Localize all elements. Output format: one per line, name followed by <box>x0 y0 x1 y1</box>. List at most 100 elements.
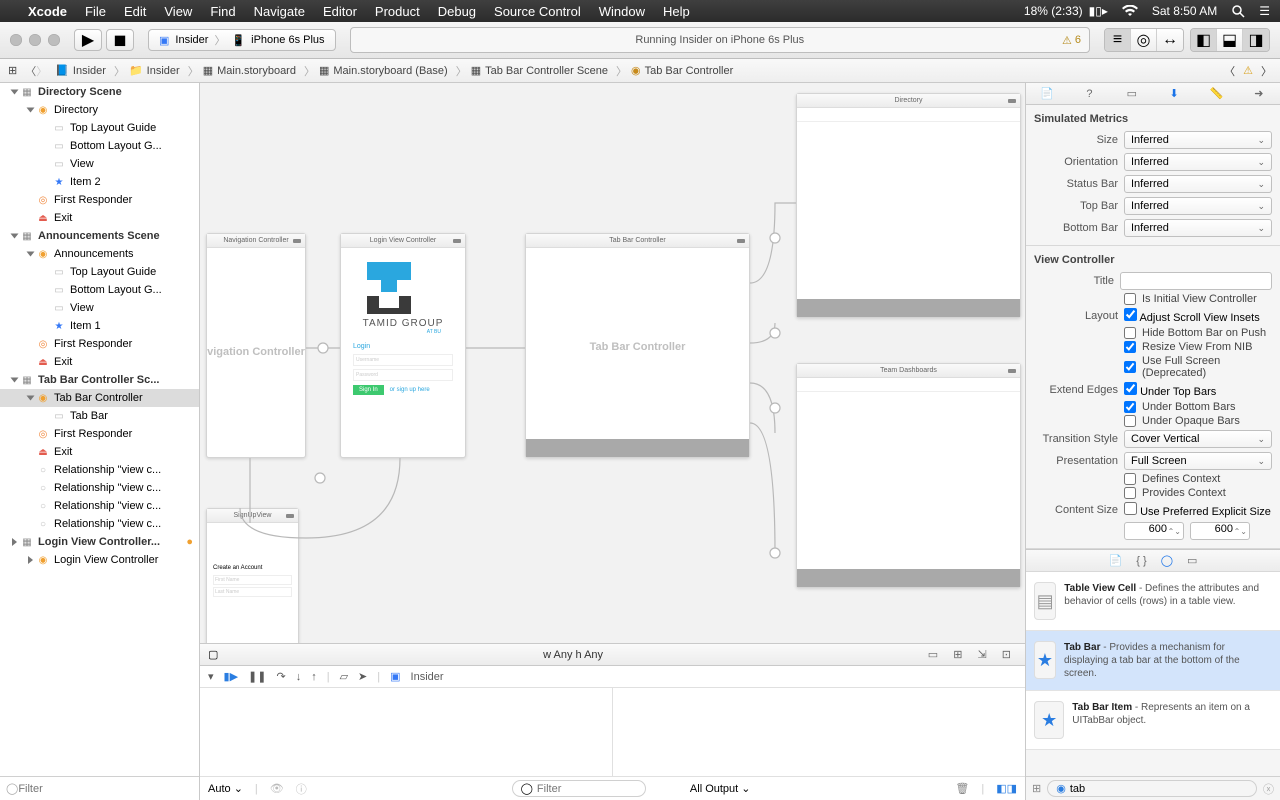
chk-use-fullscreen[interactable] <box>1124 361 1136 373</box>
window-controls[interactable] <box>10 34 60 46</box>
vc-directory[interactable]: Directory <box>796 93 1021 318</box>
toggle-inspector-icon[interactable]: ◨ <box>1243 29 1269 51</box>
constraint-tools[interactable]: ▭ ⊞ ⇲ ⊡ <box>928 648 1017 661</box>
variables-filter[interactable]: ◯ <box>512 780 646 797</box>
menu-sourcecontrol[interactable]: Source Control <box>494 4 581 19</box>
outline-node[interactable]: ★Item 1 <box>0 317 199 335</box>
outline-node[interactable]: ▦Tab Bar Controller Sc... <box>0 371 199 389</box>
pause-icon[interactable]: ❚❚ <box>248 670 266 683</box>
editor-mode-toggle[interactable]: ≡ ◎ ↔ <box>1104 28 1184 52</box>
print-icon[interactable]: ⓘ <box>296 781 307 797</box>
warnings-indicator[interactable]: ⚠ 6 <box>1062 34 1081 47</box>
app-menu[interactable]: Xcode <box>28 4 67 19</box>
run-button[interactable]: ▶ <box>74 29 102 51</box>
wifi-icon[interactable] <box>1122 5 1138 17</box>
chk-under-bottom[interactable] <box>1124 401 1136 413</box>
chk-resize-nib[interactable] <box>1124 341 1136 353</box>
console-panes-toggle[interactable]: ◧◨ <box>996 782 1017 795</box>
standard-editor-icon[interactable]: ≡ <box>1105 29 1131 51</box>
toggle-navigator-icon[interactable]: ◧ <box>1191 29 1217 51</box>
toggle-debug-icon[interactable]: ⬓ <box>1217 29 1243 51</box>
jump-bar[interactable]: ⊞ 〈 〉 📘 Insider〉 📁 Insider〉 ▦ Main.story… <box>0 59 1280 83</box>
ib-canvas[interactable]: Navigation Controller vigation Controlle… <box>200 83 1025 665</box>
step-over-icon[interactable]: ↷ <box>276 670 285 683</box>
menu-navigate[interactable]: Navigate <box>254 4 305 19</box>
library-list[interactable]: ▤Table View Cell - Defines the attribute… <box>1026 572 1280 776</box>
menu-file[interactable]: File <box>85 4 106 19</box>
crumb-scene[interactable]: ▦ Tab Bar Controller Scene <box>471 64 608 77</box>
crumb-base[interactable]: ▦ Main.storyboard (Base) <box>319 64 448 77</box>
size-inspector-icon[interactable]: 📏 <box>1207 87 1225 100</box>
menu-editor[interactable]: Editor <box>323 4 357 19</box>
outline-node[interactable]: ⏏Exit <box>0 209 199 227</box>
outline-node[interactable]: ⏏Exit <box>0 443 199 461</box>
menu-view[interactable]: View <box>164 4 192 19</box>
output-selector[interactable]: All Output ⌄ <box>690 782 751 795</box>
outline-node[interactable]: ○Relationship "view c... <box>0 497 199 515</box>
assistant-editor-icon[interactable]: ◎ <box>1131 29 1157 51</box>
vc-login[interactable]: Login View Controller TAMID GROUP AT BU <box>340 233 466 458</box>
menu-window[interactable]: Window <box>599 4 645 19</box>
outline-node[interactable]: ▭Top Layout Guide <box>0 263 199 281</box>
presentation-select[interactable]: Full Screen <box>1124 452 1272 470</box>
library-tabs[interactable]: 📄 { } ◯ ▭ <box>1026 550 1280 572</box>
step-in-icon[interactable]: ↓ <box>296 671 302 683</box>
library-item[interactable]: ▤Table View Cell - Defines the attribute… <box>1026 572 1280 631</box>
chk-provides-context[interactable] <box>1124 487 1136 499</box>
library-item[interactable]: ★Tab Bar - Provides a mechanism for disp… <box>1026 631 1280 691</box>
trash-icon[interactable]: 🗑 <box>955 782 969 795</box>
outline-node[interactable]: ▭Tab Bar <box>0 407 199 425</box>
crumb-controller[interactable]: ◉ Tab Bar Controller <box>631 64 733 77</box>
stop-button[interactable]: ◼ <box>106 29 134 51</box>
code-snippet-icon[interactable]: { } <box>1136 555 1146 567</box>
outline-node[interactable]: ◉Login View Controller <box>0 551 199 569</box>
outline-node[interactable]: ▭View <box>0 299 199 317</box>
outline-node[interactable]: ▭View <box>0 155 199 173</box>
view-debug-icon[interactable]: ▱ <box>340 670 348 683</box>
crumb-project[interactable]: 📘 Insider <box>55 64 106 77</box>
back-button[interactable]: 〈 <box>25 63 36 79</box>
content-width[interactable]: 600 <box>1124 522 1184 540</box>
outline-node[interactable]: ▦Announcements Scene <box>0 227 199 245</box>
chk-explicit-size[interactable] <box>1124 502 1137 515</box>
outline-tree[interactable]: ▦Directory Scene◉Directory▭Top Layout Gu… <box>0 83 199 776</box>
size-select[interactable]: Inferred <box>1124 131 1272 149</box>
object-library-icon[interactable]: ◯ <box>1161 554 1173 567</box>
prev-issue-icon[interactable]: 〈 <box>1224 63 1235 79</box>
quicklook-icon[interactable]: 👁 <box>270 782 284 795</box>
outline-node[interactable]: ○Relationship "view c... <box>0 461 199 479</box>
crumb-storyboard[interactable]: ▦ Main.storyboard <box>203 64 296 77</box>
chk-initial[interactable] <box>1124 293 1136 305</box>
menu-find[interactable]: Find <box>210 4 235 19</box>
file-template-icon[interactable]: 📄 <box>1109 554 1123 567</box>
vc-navigation-controller[interactable]: Navigation Controller vigation Controlle… <box>206 233 306 458</box>
identity-inspector-icon[interactable]: ▭ <box>1123 87 1141 100</box>
outline-node[interactable]: ★Item 2 <box>0 173 199 191</box>
panel-toggle[interactable]: ◧ ⬓ ◨ <box>1190 28 1270 52</box>
outline-node[interactable]: ○Relationship "view c... <box>0 479 199 497</box>
outline-node[interactable]: ◎First Responder <box>0 191 199 209</box>
spotlight-icon[interactable] <box>1231 4 1245 18</box>
menu-debug[interactable]: Debug <box>438 4 476 19</box>
chk-under-opaque[interactable] <box>1124 415 1136 427</box>
attributes-inspector-icon[interactable]: ⬇ <box>1165 87 1183 100</box>
outline-node[interactable]: ▦Login View Controller...● <box>0 533 199 551</box>
orientation-select[interactable]: Inferred <box>1124 153 1272 171</box>
content-height[interactable]: 600 <box>1190 522 1250 540</box>
outline-node[interactable]: ▭Top Layout Guide <box>0 119 199 137</box>
clear-filter-icon[interactable]: ⓧ <box>1263 781 1274 797</box>
bottombar-select[interactable]: Inferred <box>1124 219 1272 237</box>
outline-filter-input[interactable] <box>18 783 193 795</box>
step-out-icon[interactable]: ↑ <box>311 671 317 683</box>
next-issue-icon[interactable]: 〉 <box>1261 63 1272 79</box>
outline-node[interactable]: ▭Bottom Layout G... <box>0 137 199 155</box>
menu-product[interactable]: Product <box>375 4 420 19</box>
chk-defines-context[interactable] <box>1124 473 1136 485</box>
topbar-select[interactable]: Inferred <box>1124 197 1272 215</box>
file-inspector-icon[interactable]: 📄 <box>1038 87 1056 100</box>
version-editor-icon[interactable]: ↔ <box>1157 29 1183 51</box>
location-icon[interactable]: ➤ <box>358 670 367 683</box>
library-view-toggle[interactable]: ⊞ <box>1032 782 1041 795</box>
menu-help[interactable]: Help <box>663 4 690 19</box>
vc-team-dashboards[interactable]: Team Dashboards <box>796 363 1021 588</box>
